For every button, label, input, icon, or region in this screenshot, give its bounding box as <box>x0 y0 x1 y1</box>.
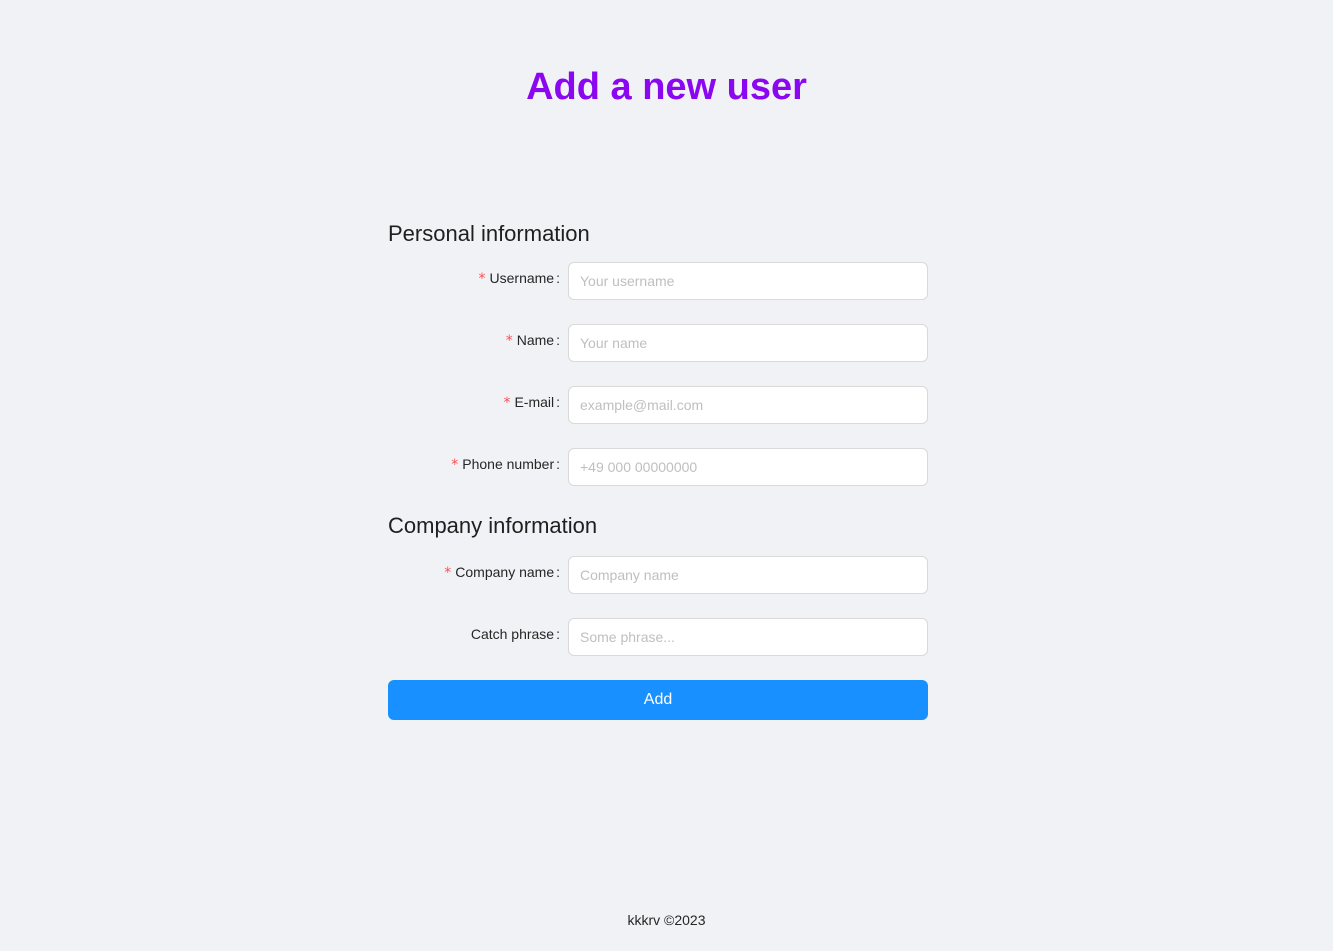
company-information-heading: Company information <box>388 513 598 538</box>
page-title: Add a new user <box>526 66 807 108</box>
company-name-label: * Company name: <box>388 556 568 589</box>
company-name-label-text: Company name <box>455 564 555 580</box>
name-row: * Name: <box>388 324 928 362</box>
personal-information-heading: Personal information <box>388 221 590 246</box>
footer-copyright: kkkrv ©2023 <box>627 912 706 928</box>
label-colon: : <box>556 626 560 642</box>
phone-input[interactable] <box>568 448 928 486</box>
name-input[interactable] <box>568 324 928 362</box>
phone-label: * Phone number: <box>388 448 568 481</box>
phone-row: * Phone number: <box>388 448 928 486</box>
company-name-input[interactable] <box>568 556 928 594</box>
label-colon: : <box>556 394 560 410</box>
email-input[interactable] <box>568 386 928 424</box>
catch-phrase-label: Catch phrase: <box>388 618 568 650</box>
name-label: * Name: <box>388 324 568 357</box>
name-label-text: Name <box>516 332 555 348</box>
required-marker: * <box>451 457 459 473</box>
catch-phrase-row: Catch phrase: <box>388 618 928 656</box>
phone-label-text: Phone number <box>462 456 555 472</box>
email-row: * E-mail: <box>388 386 928 424</box>
username-row: * Username: <box>388 262 928 300</box>
email-label-text: E-mail <box>514 394 555 410</box>
company-name-row: * Company name: <box>388 556 928 594</box>
email-label: * E-mail: <box>388 386 568 419</box>
required-marker: * <box>478 271 486 287</box>
add-user-form: Personal information *Username: *Name: *… <box>388 218 928 720</box>
required-marker: * <box>444 565 452 581</box>
catch-phrase-label-text: Catch phrase <box>470 626 555 642</box>
username-input[interactable] <box>568 262 928 300</box>
label-colon: : <box>556 270 560 286</box>
label-colon: : <box>556 564 560 580</box>
catch-phrase-input[interactable] <box>568 618 928 656</box>
required-marker: * <box>505 333 513 349</box>
username-label: * Username: <box>388 262 568 295</box>
label-colon: : <box>556 456 560 472</box>
username-label-text: Username <box>489 270 555 286</box>
required-marker: * <box>503 395 511 411</box>
add-button[interactable]: Add <box>388 680 928 720</box>
label-colon: : <box>556 332 560 348</box>
